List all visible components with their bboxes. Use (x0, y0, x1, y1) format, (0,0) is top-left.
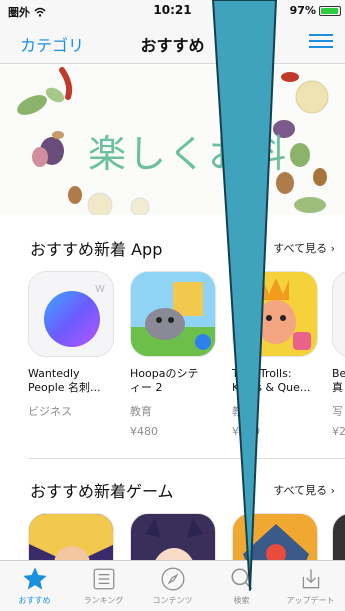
app-name: Hoopaのシテ ィー 2 (130, 367, 199, 394)
page-title: おすすめ (140, 36, 205, 55)
game-icon-anime[interactable] (130, 513, 216, 560)
app-name: Wantedly People 名刺... (28, 367, 101, 394)
tab-label: ランキング (83, 596, 124, 605)
game-icon-yugioh[interactable] (28, 513, 114, 560)
app-price: ¥360 (232, 425, 260, 438)
tab-label: コンテンツ (152, 596, 193, 605)
app-category: ビジネス (28, 405, 72, 418)
battery-percent: 97% (289, 4, 316, 17)
tab-label: おすすめ (18, 596, 51, 605)
game-card[interactable] (130, 513, 222, 560)
compass-icon (161, 567, 184, 591)
tab-label: 検索 (233, 596, 250, 605)
status-right: 97% (290, 4, 341, 17)
app-category: 教育 (232, 405, 254, 418)
tab-contents[interactable]: コンテンツ (138, 565, 207, 606)
section-title-new-apps: おすすめ新着 App (30, 240, 163, 259)
see-all-link-games[interactable]: すべて見る › (273, 482, 335, 498)
banner-text: 楽しくお料 (88, 132, 289, 176)
tab-label: アップデート (286, 596, 335, 605)
app-row-new-games (28, 513, 345, 560)
app-card[interactable]: Toca Trolls: Kings & Que... 教育 ¥360 (232, 271, 324, 438)
tab-bar: おすすめ ランキング コンテンツ 検索 アップデート (0, 560, 345, 611)
game-card[interactable] (232, 513, 324, 560)
app-price: ¥480 (130, 425, 158, 438)
app-category: 教育 (130, 405, 152, 418)
tab-ranking[interactable]: ランキング (69, 565, 138, 606)
battery-fill (321, 7, 339, 14)
chevron-right-icon: › (327, 484, 335, 497)
app-card[interactable]: W Wantedly People 名刺... ビジネス (28, 271, 120, 425)
see-all-link-apps[interactable]: すべて見る › (273, 240, 335, 256)
see-all-label: すべて見る (273, 242, 328, 255)
tab-search[interactable]: 検索 (207, 565, 276, 606)
app-icon-hoopa[interactable] (130, 271, 216, 357)
app-card[interactable]: Be 真 写 ¥2 (332, 271, 345, 438)
search-icon (230, 568, 252, 590)
game-icon-partial[interactable] (332, 513, 345, 560)
app-category: 写 (332, 405, 343, 418)
star-icon (22, 567, 47, 590)
app-icon-toca-trolls[interactable] (232, 271, 318, 357)
download-tray-icon (302, 569, 319, 589)
app-name: Be 真 (332, 367, 345, 394)
app-icon-wantedly[interactable]: W (28, 271, 114, 357)
game-card[interactable] (28, 513, 120, 560)
app-card[interactable]: Hoopaのシテ ィー 2 教育 ¥480 (130, 271, 222, 438)
section-title-new-games: おすすめ新着ゲーム (30, 482, 174, 501)
game-card[interactable] (332, 513, 345, 560)
status-bar: 圏外 10:21 97% (0, 0, 345, 20)
nav-bar: カテゴリ おすすめ (0, 20, 345, 64)
app-row-new-apps: W Wantedly People 名刺... ビジネス Hoopaのシテ ィー… (28, 271, 345, 461)
app-icon-partial[interactable] (332, 271, 345, 357)
list-icon (93, 568, 114, 590)
svg-text:W: W (95, 284, 105, 295)
app-price: ¥2 (332, 425, 345, 438)
tab-updates[interactable]: アップデート (276, 565, 345, 606)
battery-icon (319, 5, 341, 16)
game-icon-monster[interactable] (232, 513, 318, 560)
see-all-label: すべて見る (273, 484, 328, 497)
list-menu-icon[interactable] (309, 30, 333, 54)
tab-featured[interactable]: おすすめ (0, 565, 69, 606)
chevron-right-icon: › (327, 242, 335, 255)
section-divider (28, 458, 345, 459)
app-name: Toca Trolls: Kings & Que... (232, 367, 311, 394)
featured-banner[interactable]: 楽しくお料 (0, 65, 345, 215)
